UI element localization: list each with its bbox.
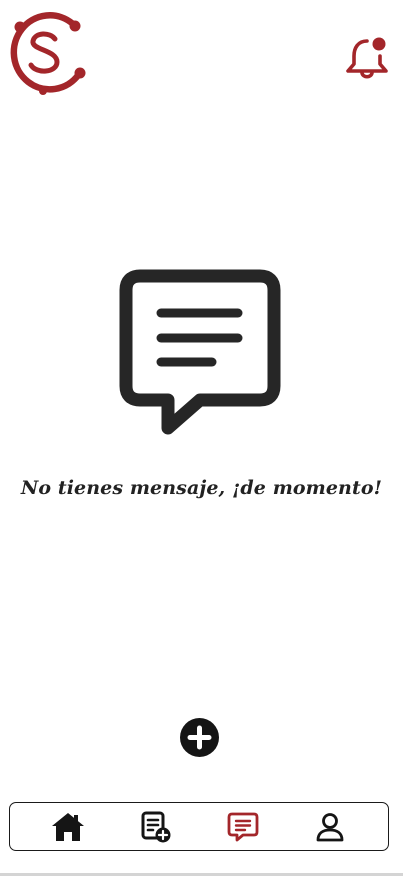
message-bubble-icon	[118, 268, 282, 440]
nav-item-profile[interactable]	[308, 807, 352, 847]
bottom-nav-bar	[9, 802, 389, 851]
brand-s-logo-icon[interactable]	[3, 8, 89, 96]
home-icon	[51, 812, 84, 841]
nav-item-create-post[interactable]	[133, 807, 177, 847]
messages-screen: No tienes mensaje, ¡de momento!	[0, 0, 403, 876]
nav-item-messages[interactable]	[221, 807, 265, 847]
empty-state-message: No tienes mensaje, ¡de momento!	[20, 477, 383, 499]
nav-item-home[interactable]	[46, 807, 90, 847]
bell-with-dot-icon[interactable]	[343, 34, 391, 80]
plus-circle-icon	[187, 725, 212, 750]
document-add-icon	[141, 811, 171, 842]
chat-bubble-icon	[227, 812, 259, 841]
user-icon	[316, 812, 344, 841]
add-message-button[interactable]	[180, 718, 219, 757]
